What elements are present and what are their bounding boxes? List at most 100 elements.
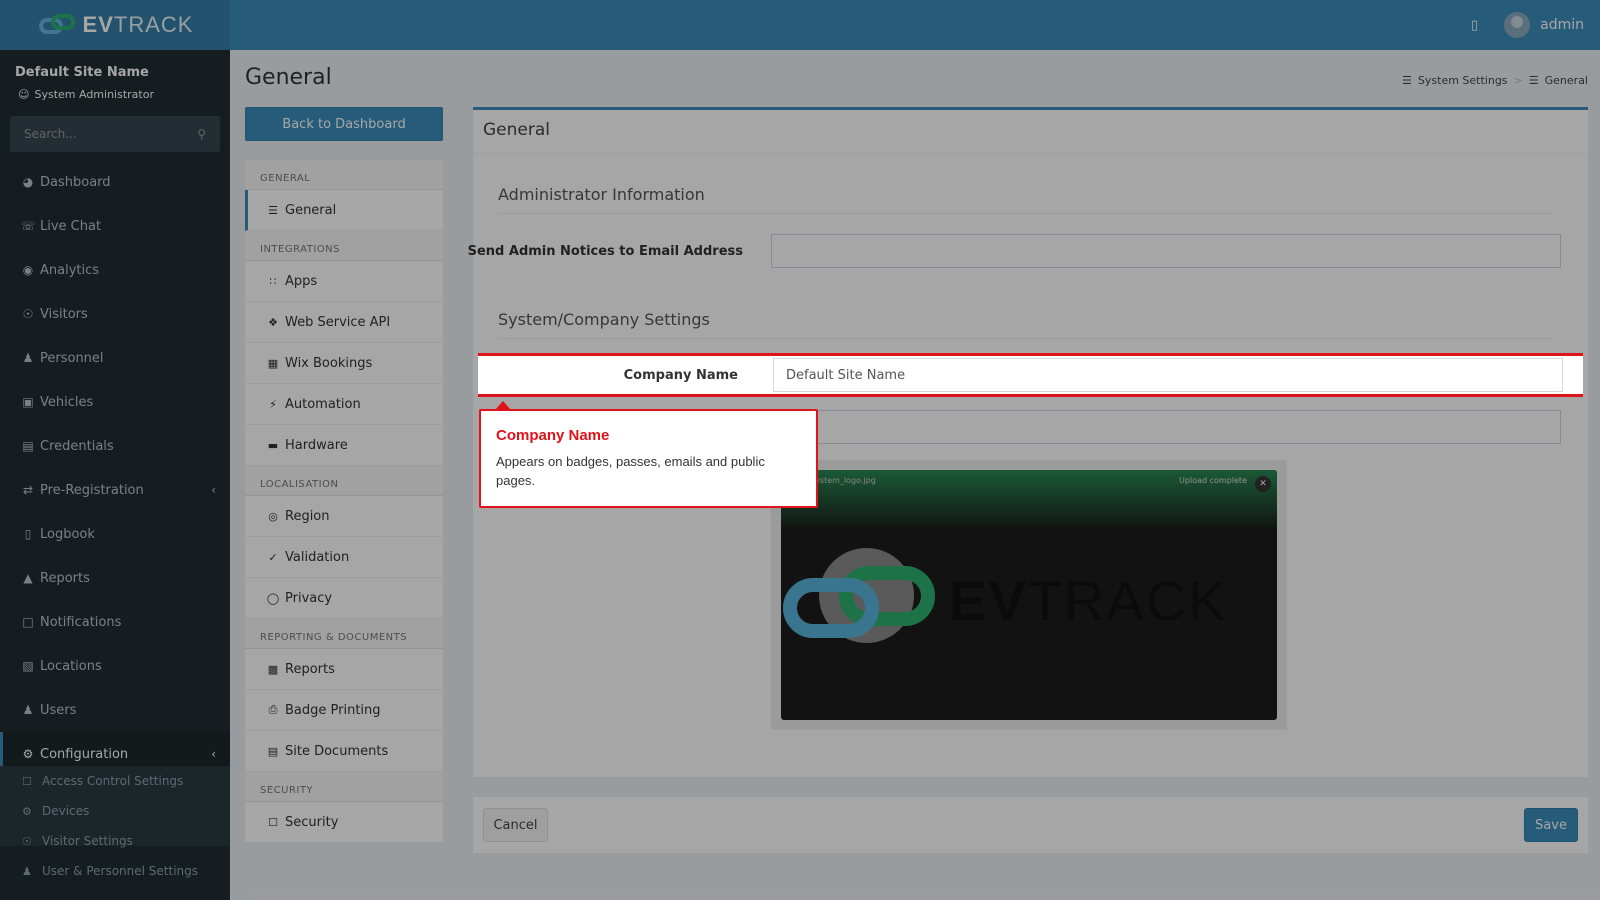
submenu-access-control-settings[interactable]: ☐ Access Control Settings: [0, 766, 230, 796]
cancel-button[interactable]: Cancel: [483, 808, 548, 842]
sidebar-item-users[interactable]: ♟ Users: [0, 688, 230, 732]
company-name-label: Company Name: [623, 368, 738, 383]
nav-item-general[interactable]: ☰ General: [245, 190, 443, 231]
nav-section-reporting: REPORTING & DOCUMENTS: [245, 619, 443, 649]
breadcrumb-separator: >: [1513, 74, 1523, 87]
dashboard-icon: ◕: [22, 175, 34, 189]
nav-item-privacy[interactable]: ◯ Privacy: [245, 578, 443, 619]
eye-icon: ☉: [22, 834, 32, 848]
list-icon: ☰: [1528, 74, 1539, 87]
nav-item-web-service-api[interactable]: ❖ Web Service API: [245, 302, 443, 343]
book-icon[interactable]: ▯: [1471, 18, 1478, 33]
submenu-devices[interactable]: ⚙ Devices: [0, 796, 230, 826]
file-icon: ▤: [267, 744, 279, 758]
nav-item-reports[interactable]: ▩ Reports: [245, 649, 443, 690]
nav-item-hardware[interactable]: ▬ Hardware: [245, 425, 443, 466]
sidebar-search-input[interactable]: Search... ⚲: [10, 116, 220, 152]
submenu-visitor-settings[interactable]: ☉ Visitor Settings: [0, 826, 230, 856]
check-circle-icon: ✓: [268, 550, 278, 564]
navbar-right: ▯ admin: [1471, 0, 1600, 50]
sidebar-item-analytics[interactable]: ◉ Analytics: [0, 248, 230, 292]
grid-icon: ∷: [269, 274, 277, 288]
sidebar-item-visitors[interactable]: ☉ Visitors: [0, 292, 230, 336]
back-to-dashboard-button[interactable]: Back to Dashboard: [245, 107, 443, 141]
save-button[interactable]: Save: [1524, 808, 1578, 842]
form-footer: Cancel Save: [473, 797, 1588, 853]
admin-email-input[interactable]: [771, 234, 1561, 268]
tour-tooltip: Company Name Appears on badges, passes, …: [479, 401, 818, 508]
car-icon: ▣: [22, 395, 34, 409]
app-logo[interactable]: EVTRACK: [0, 0, 230, 50]
sliders-icon: ☰: [1402, 74, 1412, 87]
company-name-input[interactable]: Default Site Name: [773, 358, 1563, 392]
book-icon: ▯: [24, 527, 32, 541]
avatar: [1504, 12, 1531, 38]
upload-status: Upload complete: [1179, 476, 1247, 485]
sidebar-item-notifications[interactable]: □ Notifications: [0, 600, 230, 644]
top-navbar: EVTRACK ▯ admin: [0, 0, 1600, 50]
printer-icon: ⎙: [268, 703, 278, 716]
sidebar-item-personnel[interactable]: ♟ Personnel: [0, 336, 230, 380]
breadcrumb-system-settings[interactable]: System Settings: [1418, 74, 1508, 87]
bolt-icon: ⚡: [269, 397, 277, 411]
nav-item-security[interactable]: ☐ Security: [245, 802, 443, 843]
nav-item-wix-bookings[interactable]: ▦ Wix Bookings: [245, 343, 443, 384]
sidebar-item-vehicles[interactable]: ▣ Vehicles: [0, 380, 230, 424]
nav-item-automation[interactable]: ⚡ Automation: [245, 384, 443, 425]
hardware-icon: ▬: [267, 438, 279, 452]
nav-section-security: SECURITY: [245, 772, 443, 802]
page-title: General: [245, 65, 332, 90]
username: admin: [1540, 17, 1584, 33]
sidebar-item-live-chat[interactable]: ☏ Live Chat: [0, 204, 230, 248]
breadcrumb: ☰ System Settings > ☰ General: [1402, 74, 1588, 87]
user-role: ☺ System Administrator: [18, 88, 154, 101]
logo-upload-preview[interactable]: system_logo.jpg Upload complete ✕ EVTRAC…: [771, 460, 1287, 730]
nav-section-general: GENERAL: [245, 160, 443, 190]
admin-email-label: Send Admin Notices to Email Address: [467, 244, 743, 259]
nav-section-integrations: INTEGRATIONS: [245, 231, 443, 261]
sidebar-item-dashboard[interactable]: ◕ Dashboard: [0, 160, 230, 204]
sidebar-item-locations[interactable]: ▧ Locations: [0, 644, 230, 688]
preview-logo-text: EVTRACK: [949, 569, 1228, 632]
submenu-user-personnel-settings[interactable]: ♟ User & Personnel Settings: [0, 856, 230, 886]
box-title: General: [473, 110, 1588, 154]
calendar-icon: ▦: [267, 356, 279, 370]
second-company-input[interactable]: [771, 410, 1561, 444]
nav-item-validation[interactable]: ✓ Validation: [245, 537, 443, 578]
settings-nav: GENERAL ☰ General INTEGRATIONS ∷ Apps ❖ Web…: [245, 160, 443, 843]
lock-icon: ☐: [22, 774, 32, 788]
close-icon[interactable]: ✕: [1255, 476, 1271, 492]
nav-item-site-documents[interactable]: ▤ Site Documents: [245, 731, 443, 772]
shield-icon: ◯: [266, 591, 280, 605]
preview-filename: system_logo.jpg: [811, 476, 876, 485]
bar-chart-icon: ▩: [267, 662, 279, 676]
nav-item-region[interactable]: ◎ Region: [245, 496, 443, 537]
preview-logo-icon: EVTRACK: [781, 548, 1277, 658]
sidebar-item-pre-registration[interactable]: ⇄ Pre-Registration ‹: [0, 468, 230, 512]
id-card-icon: ▤: [22, 439, 34, 453]
list-icon: ☰: [268, 203, 278, 217]
sidebar-item-reports[interactable]: ▲ Reports: [0, 556, 230, 600]
sidebar-item-credentials[interactable]: ▤ Credentials: [0, 424, 230, 468]
nav-section-localisation: LOCALISATION: [245, 466, 443, 496]
breadcrumb-general: General: [1544, 74, 1588, 87]
search-icon[interactable]: ⚲: [197, 127, 206, 141]
nav-item-apps[interactable]: ∷ Apps: [245, 261, 443, 302]
arrows-icon: ⇄: [22, 483, 34, 497]
chevron-left-icon: ‹: [211, 483, 216, 497]
gear-icon: ⚙: [22, 804, 32, 818]
highlighted-company-name-row: Company Name Default Site Name: [478, 353, 1583, 397]
users-icon: ♟: [22, 864, 32, 878]
site-name: Default Site Name: [15, 65, 149, 80]
logo-text: EVTRACK: [82, 12, 194, 37]
logo-mark-icon: [37, 10, 77, 40]
sidebar: Default Site Name ☺ System Administrator …: [0, 50, 230, 900]
user-menu[interactable]: admin: [1504, 12, 1584, 38]
sidebar-item-logbook[interactable]: ▯ Logbook: [0, 512, 230, 556]
nav-item-badge-printing[interactable]: ⎙ Badge Printing: [245, 690, 443, 731]
headset-icon: ☏: [20, 219, 36, 233]
target-icon: ◉: [22, 263, 34, 277]
users-icon: ♟: [22, 703, 34, 717]
chevron-left-icon: ‹: [211, 747, 216, 761]
company-settings-heading: System/Company Settings: [498, 310, 1553, 339]
